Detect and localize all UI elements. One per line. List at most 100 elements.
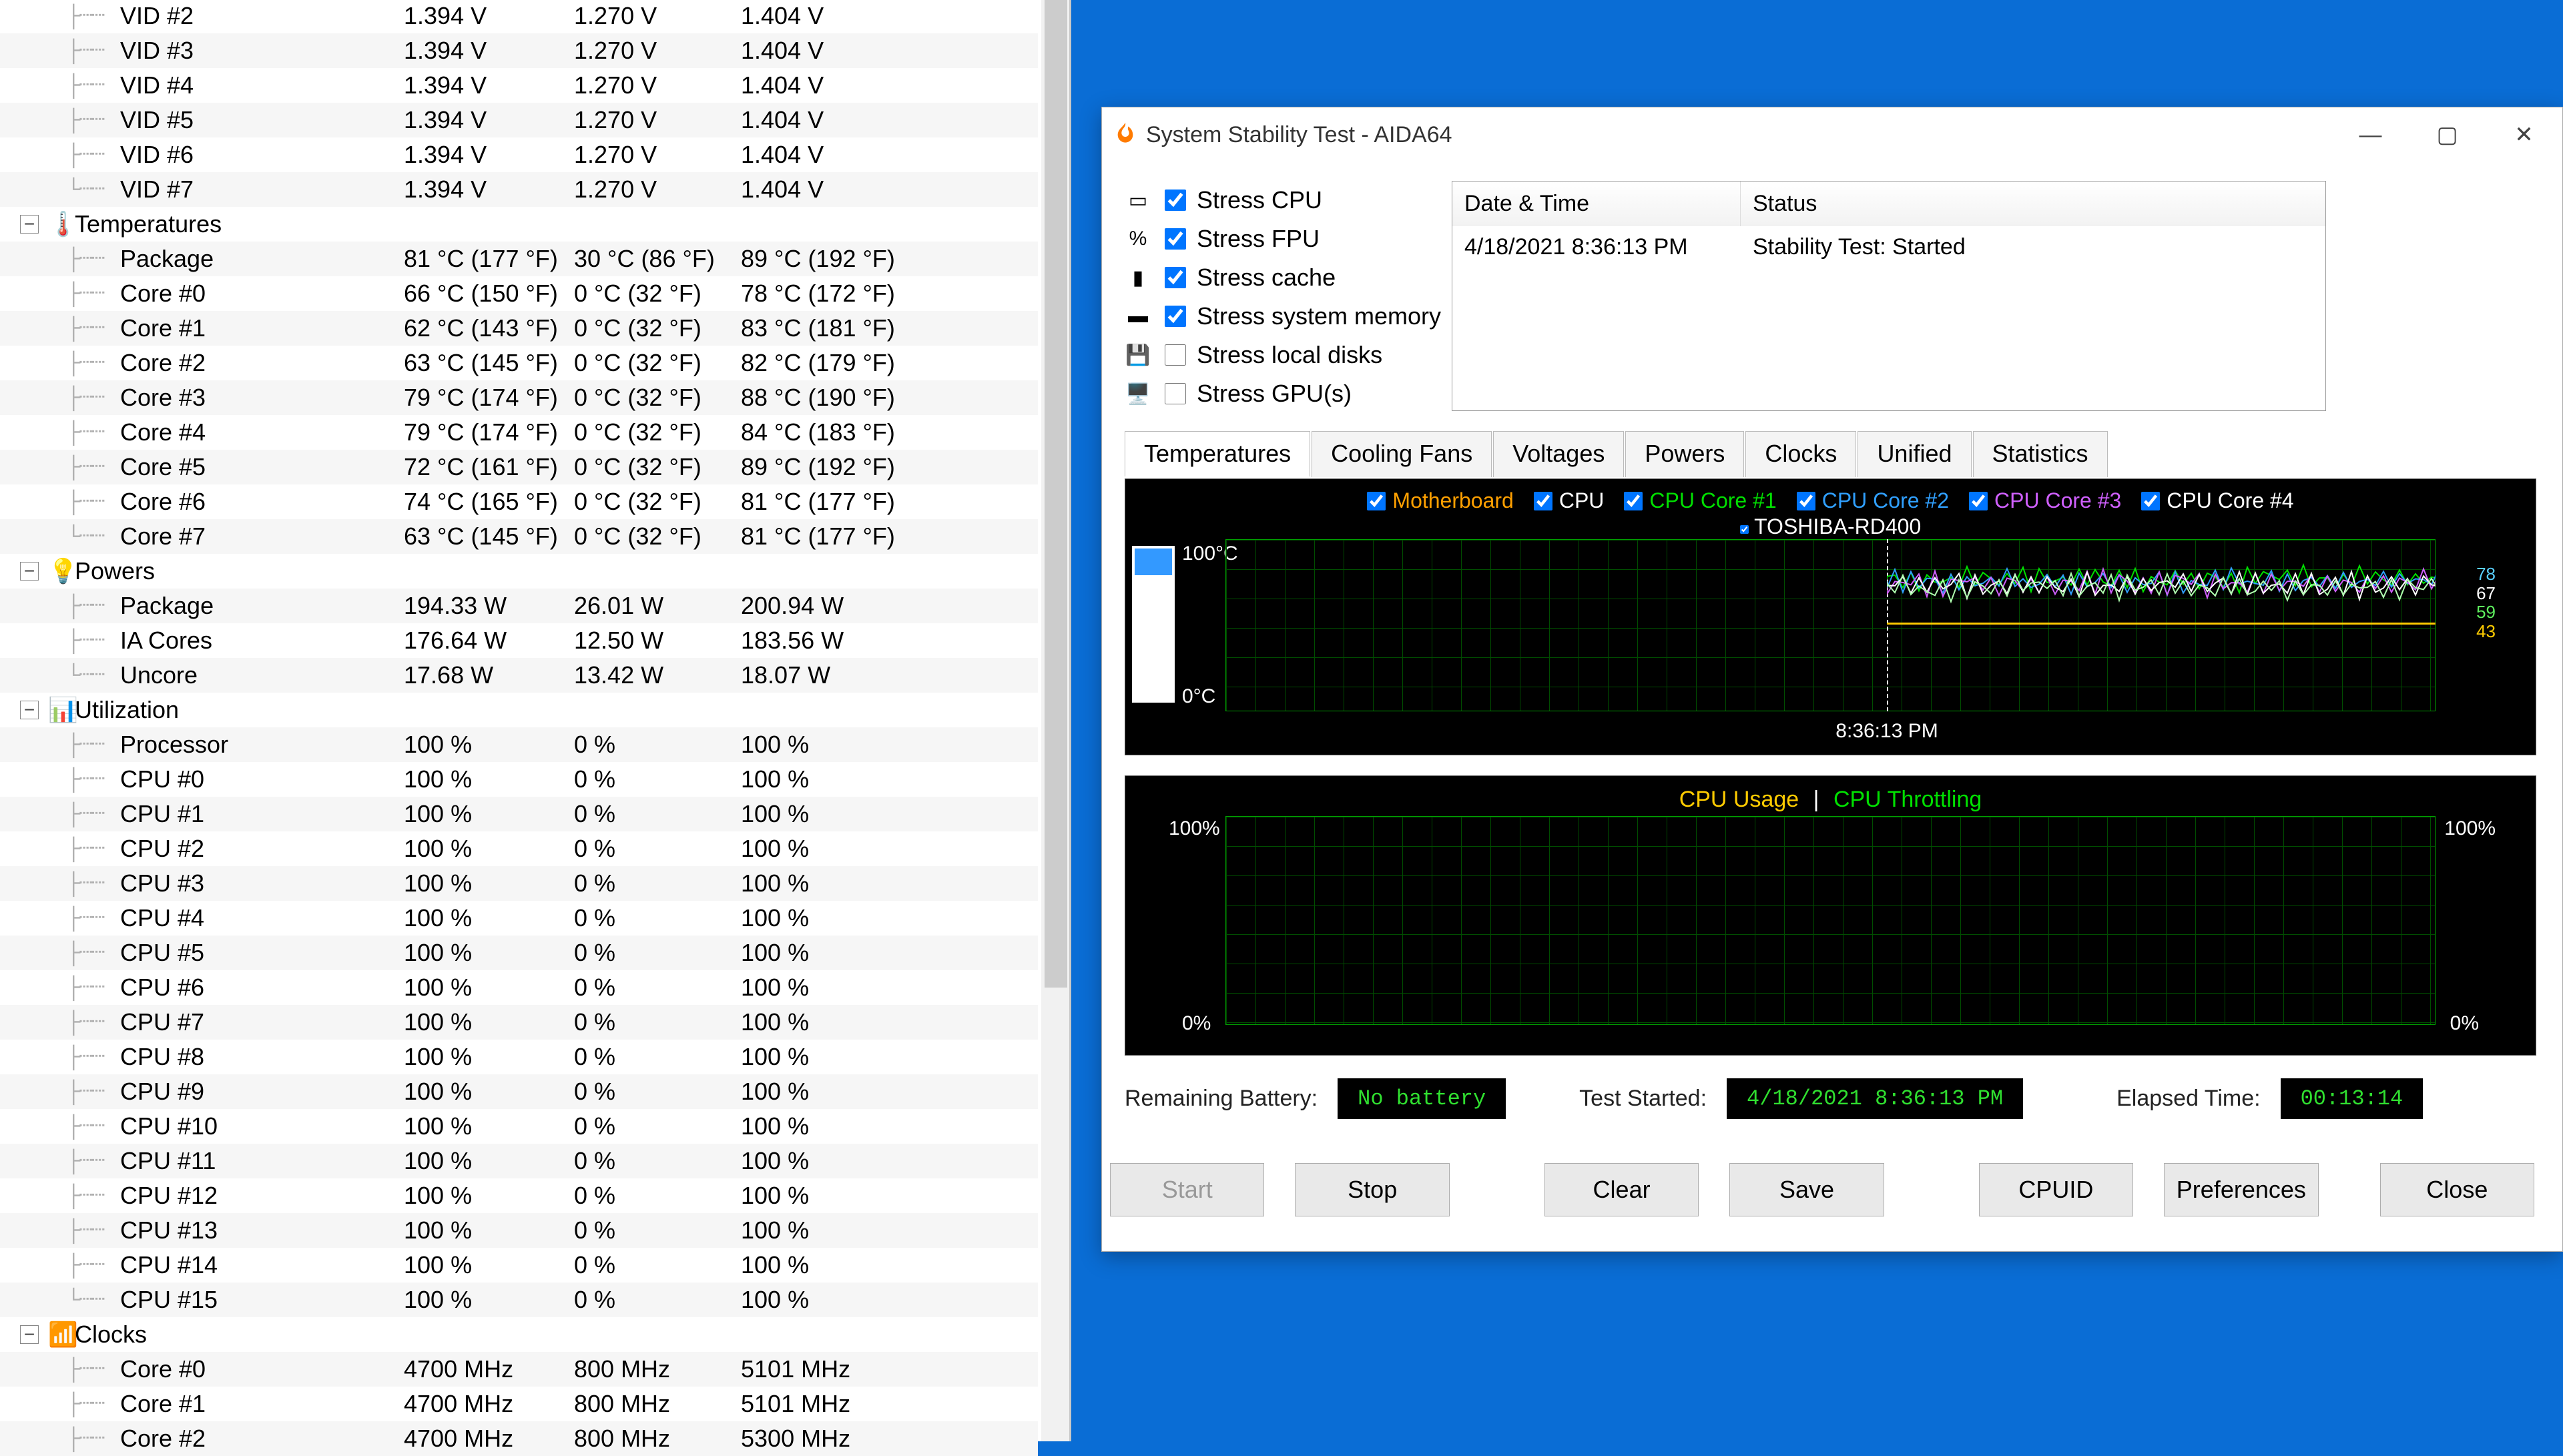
sensor-min: 0 °C (32 °F)	[574, 314, 701, 342]
legend-item[interactable]: TOSHIBA-RD400	[1740, 514, 1921, 538]
preferences-button[interactable]: Preferences	[2164, 1163, 2318, 1216]
sensor-max: 100 %	[741, 904, 809, 932]
sensor-name: CPU #12	[120, 1182, 218, 1210]
sensor-name: VID #2	[120, 2, 194, 30]
tree-group-powers[interactable]: −💡Powers	[0, 554, 1038, 589]
stop-button[interactable]: Stop	[1295, 1163, 1449, 1216]
stress-label: Stress system memory	[1197, 302, 1441, 330]
sensor-min: 0 °C (32 °F)	[574, 488, 701, 516]
sensor-current: 100 %	[404, 1043, 472, 1071]
tab-temperatures[interactable]: Temperatures	[1125, 431, 1310, 477]
monitor-scrollbar-thumb[interactable]	[1045, 0, 1067, 988]
tab-unified[interactable]: Unified	[1858, 431, 1971, 477]
tree-collapse-icon[interactable]: −	[20, 562, 39, 581]
legend-checkbox[interactable]	[1367, 492, 1386, 510]
sensor-current: 1.394 V	[404, 106, 487, 134]
sensor-row: ├┈┈CPU #11100 %0 %100 %	[0, 1144, 1038, 1178]
window-minimize-button[interactable]: —	[2332, 107, 2409, 162]
sensor-max: 1.404 V	[741, 175, 824, 204]
usage-grid	[1225, 816, 2436, 1025]
battery-label: Remaining Battery:	[1125, 1086, 1318, 1112]
legend-checkbox[interactable]	[1969, 492, 1988, 510]
sensor-max: 100 %	[741, 1043, 809, 1071]
stress-checkbox[interactable]	[1165, 344, 1186, 366]
tree-collapse-icon[interactable]: −	[20, 215, 39, 234]
tree-group-clocks[interactable]: −📶Clocks	[0, 1317, 1038, 1352]
stress-option: 💾Stress local disks	[1125, 336, 1442, 374]
sensor-max: 89 °C (192 °F)	[741, 453, 895, 481]
stress-options: ▭Stress CPU%Stress FPU▮Stress cache▬Stre…	[1125, 181, 1442, 413]
legend-item[interactable]: Motherboard	[1367, 488, 1513, 513]
titlebar[interactable]: System Stability Test - AIDA64 — ▢ ✕	[1102, 107, 2562, 162]
tree-twig-icon: ├┈┈	[67, 1147, 103, 1175]
tree-twig-icon: ├┈┈	[67, 1182, 103, 1210]
tree-twig-icon: ├┈┈	[67, 141, 103, 169]
started-label: Test Started:	[1579, 1086, 1707, 1112]
tree-twig-icon: ├┈┈	[67, 349, 103, 377]
tree-collapse-icon[interactable]: −	[20, 701, 39, 719]
window-maximize-button[interactable]: ▢	[2409, 107, 2486, 162]
sensor-current: 62 °C (143 °F)	[404, 314, 558, 342]
stress-label: Stress GPU(s)	[1197, 380, 1352, 408]
legend-item[interactable]: CPU Core #2	[1797, 488, 1949, 513]
stress-checkbox[interactable]	[1165, 383, 1186, 404]
clear-button[interactable]: Clear	[1544, 1163, 1699, 1216]
tab-voltages[interactable]: Voltages	[1493, 431, 1624, 477]
tree-group-temperatures[interactable]: −🌡️Temperatures	[0, 207, 1038, 242]
sensor-max: 5300 MHz	[741, 1425, 850, 1453]
tab-powers[interactable]: Powers	[1625, 431, 1744, 477]
save-button[interactable]: Save	[1729, 1163, 1884, 1216]
tab-cooling-fans[interactable]: Cooling Fans	[1312, 431, 1492, 477]
group-label: Clocks	[75, 1321, 147, 1349]
sensor-min: 0 %	[574, 939, 615, 967]
log-status: Stability Test: Started	[1741, 226, 2325, 268]
temp-readout: 78	[2476, 565, 2496, 584]
legend-checkbox[interactable]	[1797, 492, 1815, 510]
legend-item[interactable]: CPU Core #1	[1624, 488, 1776, 513]
monitor-scrollbar-track[interactable]	[1041, 0, 1069, 1441]
cpuid-button[interactable]: CPUID	[1979, 1163, 2133, 1216]
window-close-button[interactable]: ✕	[2486, 107, 2562, 162]
usage-label: CPU Usage	[1679, 787, 1799, 812]
tree-twig-icon: ├┈┈	[67, 974, 103, 1002]
sensor-min: 0 %	[574, 1078, 615, 1106]
tab-statistics[interactable]: Statistics	[1973, 431, 2108, 477]
tree-collapse-icon[interactable]: −	[20, 1325, 39, 1344]
tree-group-utilization[interactable]: −📊Utilization	[0, 693, 1038, 727]
sensor-current: 66 °C (150 °F)	[404, 280, 558, 308]
close-button[interactable]: Close	[2380, 1163, 2534, 1216]
sensor-row: ├┈┈CPU #1100 %0 %100 %	[0, 797, 1038, 831]
sensor-max: 100 %	[741, 1147, 809, 1175]
legend-item[interactable]: CPU Core #4	[2141, 488, 2293, 513]
stress-checkbox[interactable]	[1165, 306, 1186, 327]
stress-type-icon: ▭	[1125, 187, 1151, 214]
start-button[interactable]: Start	[1110, 1163, 1264, 1216]
tree-twig-icon: ├┈┈	[67, 1112, 103, 1140]
tab-clocks[interactable]: Clocks	[1745, 431, 1856, 477]
tree-twig-icon: ├┈┈	[67, 384, 103, 412]
legend-checkbox[interactable]	[2141, 492, 2160, 510]
stress-option: %Stress FPU	[1125, 220, 1442, 258]
legend-checkbox[interactable]	[1740, 525, 1749, 534]
stress-checkbox[interactable]	[1165, 228, 1186, 250]
log-date: 4/18/2021 8:36:13 PM	[1452, 226, 1741, 268]
legend-item[interactable]: CPU	[1534, 488, 1605, 513]
temp-readout: 59	[2476, 603, 2496, 622]
sensor-row: ├┈┈Package81 °C (177 °F)30 °C (86 °F)89 …	[0, 242, 1038, 276]
tree-twig-icon: └┈┈	[67, 1286, 103, 1314]
graph-scrollbar[interactable]	[1132, 546, 1175, 703]
sensor-name: CPU #5	[120, 939, 204, 967]
stress-option: ▭Stress CPU	[1125, 181, 1442, 220]
stress-checkbox[interactable]	[1165, 190, 1186, 211]
sensor-row: ├┈┈CPU #6100 %0 %100 %	[0, 970, 1038, 1005]
throttle-label: CPU Throttling	[1833, 787, 1982, 812]
event-log: Date & Time Status 4/18/2021 8:36:13 PM …	[1452, 181, 2326, 411]
sensor-row: ├┈┈VID #21.394 V1.270 V1.404 V	[0, 0, 1038, 33]
stress-checkbox[interactable]	[1165, 267, 1186, 288]
sensor-current: 100 %	[404, 1078, 472, 1106]
legend-item[interactable]: CPU Core #3	[1969, 488, 2121, 513]
elapsed-label: Elapsed Time:	[2116, 1086, 2260, 1112]
legend-checkbox[interactable]	[1624, 492, 1643, 510]
legend-checkbox[interactable]	[1534, 492, 1552, 510]
sensor-name: VID #3	[120, 37, 194, 65]
